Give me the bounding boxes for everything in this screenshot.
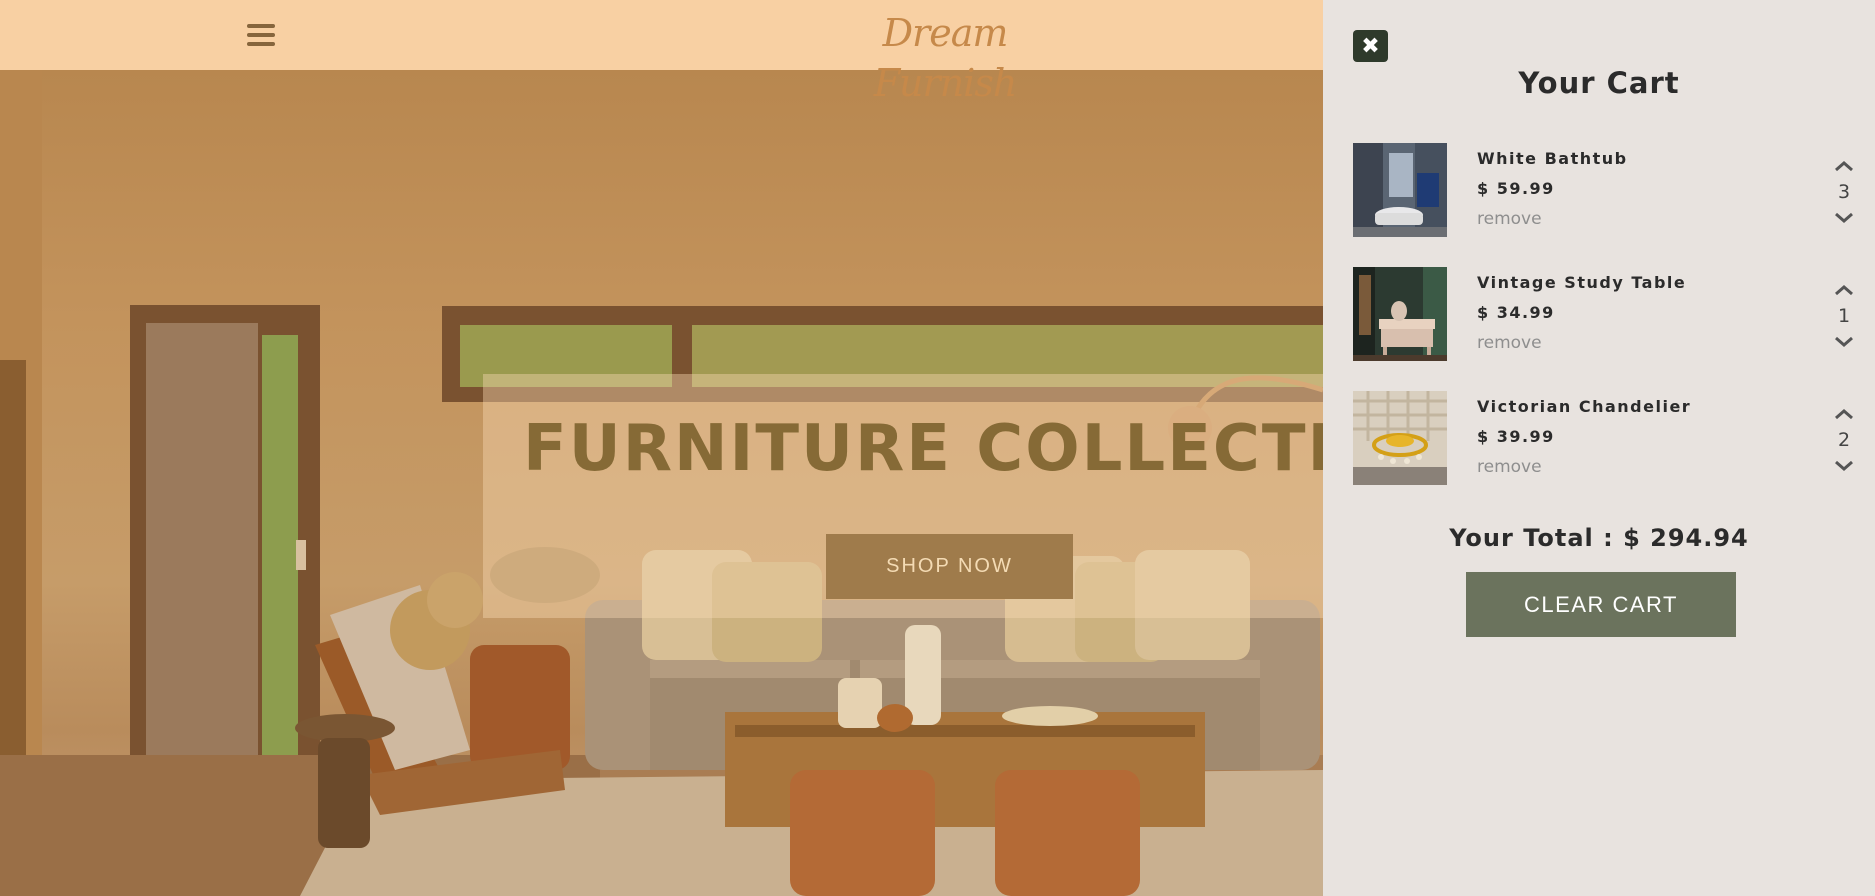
chevron-up-icon[interactable]: [1831, 281, 1857, 299]
chevron-up-icon[interactable]: [1831, 405, 1857, 423]
hero-title: FURNITURE COLLECTION: [523, 412, 1323, 486]
quantity-stepper: 2: [1831, 401, 1857, 487]
cart-item-name: White Bathtub: [1477, 149, 1628, 168]
chevron-down-icon[interactable]: [1831, 209, 1857, 227]
close-x-icon: ✖: [1361, 33, 1380, 59]
item-quantity: 3: [1837, 181, 1851, 203]
chandelier-photo: [1353, 391, 1447, 485]
item-quantity: 2: [1837, 429, 1851, 451]
shop-now-button[interactable]: SHOP NOW: [826, 534, 1073, 599]
cart-title: Your Cart: [1518, 66, 1680, 100]
site-logo[interactable]: Dream Furnish: [820, 8, 1070, 105]
cart-item-price: $ 34.99: [1477, 303, 1555, 322]
cart-item-price: $ 59.99: [1477, 179, 1555, 198]
study-table-photo: [1353, 267, 1447, 361]
hero-section: FURNITURE COLLECTION SHOP NOW: [0, 70, 1323, 896]
cart-item-name: Vintage Study Table: [1477, 273, 1687, 292]
cart-panel: ✖ Your Cart White Bathtub $ 59.99 remove…: [1323, 0, 1875, 896]
remove-item-link[interactable]: remove: [1477, 457, 1542, 477]
hero-banner: FURNITURE COLLECTION SHOP NOW: [483, 374, 1323, 618]
quantity-stepper: 1: [1831, 277, 1857, 363]
cart-item-name: Victorian Chandelier: [1477, 397, 1692, 416]
cart-item: Vintage Study Table $ 34.99 remove 1: [1353, 267, 1853, 363]
close-cart-button[interactable]: ✖: [1353, 30, 1388, 62]
remove-item-link[interactable]: remove: [1477, 209, 1542, 229]
cart-item: White Bathtub $ 59.99 remove 3: [1353, 143, 1853, 239]
cart-total: Your Total : $ 294.94: [1449, 524, 1749, 552]
chevron-down-icon[interactable]: [1831, 457, 1857, 475]
quantity-stepper: 3: [1831, 153, 1857, 239]
bathroom-photo: [1353, 143, 1447, 237]
chevron-up-icon[interactable]: [1831, 157, 1857, 175]
hamburger-menu-icon[interactable]: [240, 14, 282, 56]
chevron-down-icon[interactable]: [1831, 333, 1857, 351]
clear-cart-button[interactable]: CLEAR CART: [1466, 572, 1736, 637]
cart-item: Victorian Chandelier $ 39.99 remove 2: [1353, 391, 1853, 487]
remove-item-link[interactable]: remove: [1477, 333, 1542, 353]
item-quantity: 1: [1837, 305, 1851, 327]
cart-item-price: $ 39.99: [1477, 427, 1555, 446]
